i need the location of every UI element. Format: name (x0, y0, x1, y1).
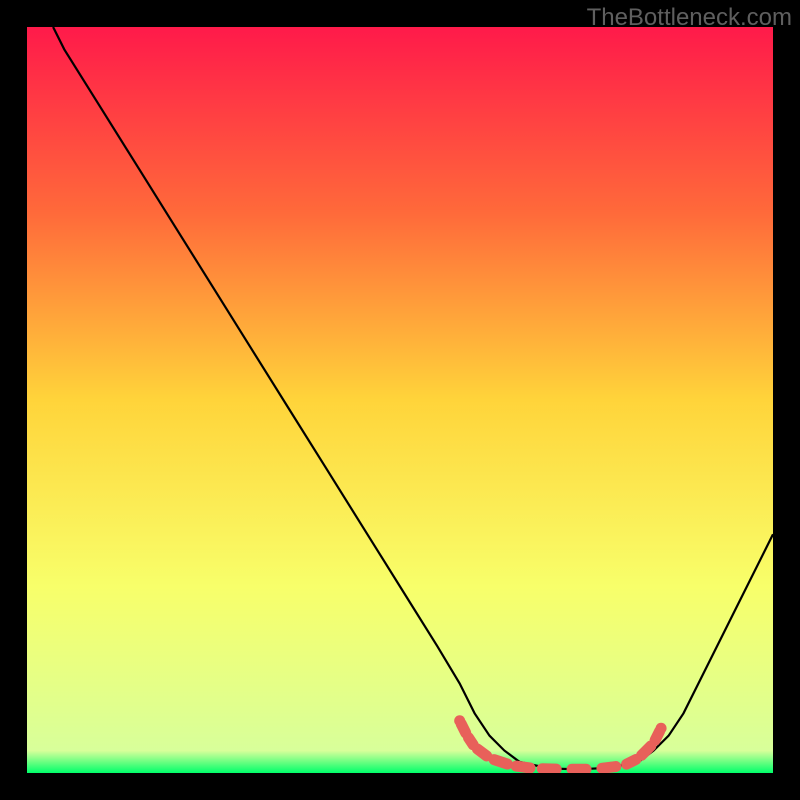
gradient-background (27, 27, 773, 773)
chart-svg (27, 27, 773, 773)
chart-plot-area (27, 27, 773, 773)
watermark-text: TheBottleneck.com (587, 4, 792, 32)
